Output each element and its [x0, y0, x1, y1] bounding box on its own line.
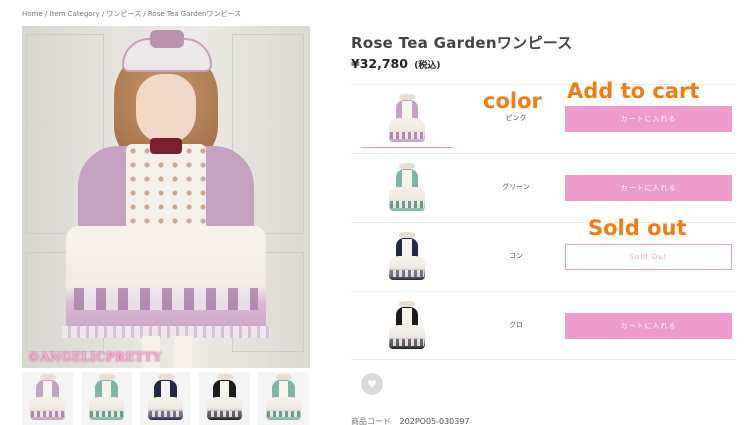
thumbnail-strip: [22, 372, 310, 425]
variant-image[interactable]: [387, 92, 427, 146]
breadcrumb[interactable]: Home / Item Category / ワンピース / Rose Tea …: [22, 9, 241, 19]
dress-illustration: [387, 232, 427, 284]
product-title: Rose Tea Gardenワンピース: [351, 34, 573, 52]
dress-illustration: [387, 301, 427, 353]
variant-color-label: ピンク: [505, 114, 527, 122]
heart-icon: ♥: [367, 377, 377, 391]
collar-bow: [150, 138, 182, 154]
add-to-cart-button[interactable]: カートに入れる: [565, 313, 732, 339]
variant-image[interactable]: [387, 230, 427, 284]
variant-color-label: クロ: [509, 321, 523, 329]
thumbnail[interactable]: [140, 372, 191, 425]
variant-color-label: グリーン: [502, 183, 530, 191]
variant-row: クロ カートに入れる: [351, 291, 736, 360]
product-sku: 商品コード 202PO05-030397: [351, 416, 470, 425]
dress-illustration: [28, 374, 68, 424]
thumbnail[interactable]: [199, 372, 250, 425]
thumbnail[interactable]: [22, 372, 73, 425]
skirt-print: [74, 288, 258, 310]
annotation-sold-out: Sold out: [588, 216, 687, 240]
dress-illustration: [146, 374, 186, 424]
dress-skirt: [66, 226, 266, 336]
variant-color-label: コン: [509, 252, 523, 260]
thumbnail[interactable]: [81, 372, 132, 425]
variant-underline: [361, 147, 453, 148]
add-to-cart-button[interactable]: カートに入れる: [565, 106, 732, 132]
variant-image[interactable]: [387, 299, 427, 353]
watermark: ©ANGELICPRETTY: [28, 350, 162, 364]
sku-label: 商品コード: [351, 417, 391, 425]
headband-bow: [150, 30, 184, 48]
dress-illustration: [387, 94, 427, 146]
annotation-add-to-cart: Add to cart: [567, 79, 700, 103]
dress-illustration: [87, 374, 127, 424]
dress-illustration: [387, 163, 427, 215]
main-product-photo[interactable]: ©ANGELICPRETTY: [22, 26, 310, 368]
dress-illustration: [264, 374, 304, 424]
price-value: ¥32,780: [351, 56, 408, 71]
thumbnail[interactable]: [258, 372, 309, 425]
tax-label: (税込): [414, 61, 441, 71]
dress-illustration: [205, 374, 245, 424]
variant-row: グリーン カートに入れる: [351, 153, 736, 222]
product-price: ¥32,780 (税込): [351, 56, 441, 71]
sku-value: 202PO05-030397: [399, 417, 470, 425]
add-to-cart-button[interactable]: カートに入れる: [565, 175, 732, 201]
sold-out-button[interactable]: Sold Out: [565, 244, 732, 270]
model-face: [136, 74, 196, 144]
annotation-color: color: [483, 89, 542, 113]
variant-image[interactable]: [387, 161, 427, 215]
favorite-button[interactable]: ♥: [361, 373, 383, 395]
